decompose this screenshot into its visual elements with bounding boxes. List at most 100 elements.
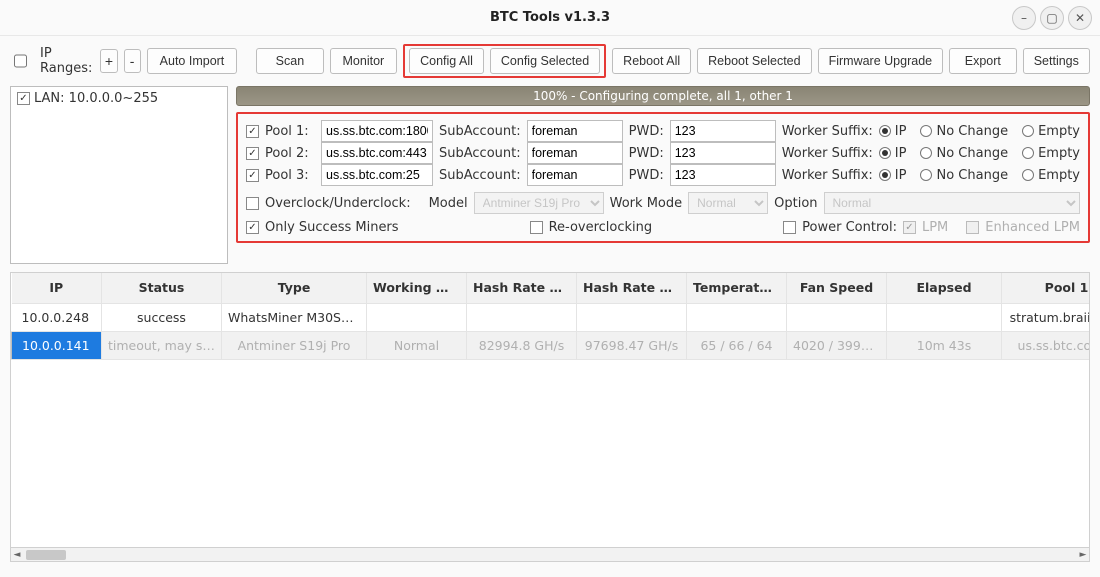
suffix-empty-radio[interactable] <box>1022 125 1034 137</box>
auto-import-button[interactable]: Auto Import <box>147 48 238 74</box>
pool-2-url-input[interactable] <box>321 142 433 164</box>
table-cell: 82994.8 GH/s <box>467 331 577 359</box>
power-control-checkbox[interactable] <box>783 221 796 234</box>
pool-2-checkbox[interactable] <box>246 147 259 160</box>
lpm-checkbox[interactable] <box>903 221 916 234</box>
pool-2-subaccount-input[interactable] <box>527 142 623 164</box>
ip-ranges-checkbox[interactable] <box>14 54 27 68</box>
config-selected-button[interactable]: Config Selected <box>490 48 600 74</box>
close-button[interactable]: ✕ <box>1068 6 1092 30</box>
enhanced-lpm-checkbox[interactable] <box>966 221 979 234</box>
window-title: BTC Tools v1.3.3 <box>490 10 610 25</box>
table-cell: 10.0.0.248 <box>12 303 102 331</box>
lan-range-item[interactable]: LAN: 10.0.0.0~255 <box>17 91 221 106</box>
progress-text: 100% - Configuring complete, all 1, othe… <box>533 89 793 103</box>
pool-1-pwd-input[interactable] <box>670 120 776 142</box>
re-overclock-checkbox[interactable] <box>530 221 543 234</box>
worker-suffix-label: Worker Suffix: <box>782 168 873 183</box>
pool-3-url-input[interactable] <box>321 164 433 186</box>
miner-table[interactable]: IPStatusTypeWorking ModeHash Rate RT ▾Ha… <box>11 273 1090 360</box>
table-header-row: IPStatusTypeWorking ModeHash Rate RT ▾Ha… <box>12 273 1091 303</box>
scroll-right-icon[interactable]: ► <box>1077 550 1089 560</box>
pwd-label: PWD: <box>629 168 664 183</box>
re-overclock-label: Re-overclocking <box>549 220 653 235</box>
subaccount-label: SubAccount: <box>439 146 521 161</box>
pwd-label: PWD: <box>629 146 664 161</box>
config-buttons-highlight: Config All Config Selected <box>403 44 606 78</box>
overclock-checkbox[interactable] <box>246 197 259 210</box>
column-header[interactable]: Pool 1 <box>1002 273 1091 303</box>
minimize-button[interactable]: – <box>1012 6 1036 30</box>
lan-range-label: LAN: 10.0.0.0~255 <box>34 91 158 106</box>
pool-3-subaccount-input[interactable] <box>527 164 623 186</box>
horizontal-scrollbar[interactable]: ◄ ► <box>11 547 1089 561</box>
table-cell: 97698.47 GH/s <box>577 331 687 359</box>
pool-2-pwd-input[interactable] <box>670 142 776 164</box>
pool-1-checkbox[interactable] <box>246 125 259 138</box>
suffix-ip-radio[interactable] <box>879 125 891 137</box>
maximize-button[interactable]: ▢ <box>1040 6 1064 30</box>
table-cell: 65 / 66 / 64 <box>687 331 787 359</box>
add-range-button[interactable]: + <box>100 49 117 73</box>
scan-button[interactable]: Scan <box>256 48 323 74</box>
toolbar: IP Ranges: + - Auto Import Scan Monitor … <box>0 36 1100 86</box>
only-success-checkbox[interactable] <box>246 221 259 234</box>
suffix-nochange-radio[interactable] <box>920 147 932 159</box>
table-row[interactable]: 10.0.0.141timeout, may suc…Antminer S19j… <box>12 331 1091 359</box>
ip-range-list[interactable]: LAN: 10.0.0.0~255 <box>10 86 228 264</box>
firmware-upgrade-button[interactable]: Firmware Upgrade <box>818 48 944 74</box>
column-header[interactable]: Elapsed <box>887 273 1002 303</box>
reboot-all-button[interactable]: Reboot All <box>612 48 691 74</box>
suffix-empty-radio[interactable] <box>1022 169 1034 181</box>
column-header[interactable]: Hash Rate RT ▾ <box>467 273 577 303</box>
scroll-thumb[interactable] <box>26 550 66 560</box>
scroll-left-icon[interactable]: ◄ <box>11 550 23 560</box>
monitor-button[interactable]: Monitor <box>330 48 397 74</box>
column-header[interactable]: Hash Rate avg <box>577 273 687 303</box>
export-button[interactable]: Export <box>949 48 1016 74</box>
subaccount-label: SubAccount: <box>439 124 521 139</box>
table-cell: 4020 / 3990 /… <box>787 331 887 359</box>
pool-1-url-input[interactable] <box>321 120 433 142</box>
column-header[interactable]: Status <box>102 273 222 303</box>
subaccount-label: SubAccount: <box>439 168 521 183</box>
ip-ranges-label: IP Ranges: <box>40 46 92 76</box>
table-cell <box>687 303 787 331</box>
progress-bar: 100% - Configuring complete, all 1, othe… <box>236 86 1090 106</box>
enhanced-lpm-label: Enhanced LPM <box>985 220 1080 235</box>
titlebar: BTC Tools v1.3.3 – ▢ ✕ <box>0 0 1100 36</box>
column-header[interactable]: Type <box>222 273 367 303</box>
suffix-ip-radio[interactable] <box>879 147 891 159</box>
reboot-selected-button[interactable]: Reboot Selected <box>697 48 811 74</box>
option-select[interactable]: Normal <box>824 192 1080 214</box>
config-all-button[interactable]: Config All <box>409 48 484 74</box>
remove-range-button[interactable]: - <box>124 49 141 73</box>
suffix-nochange-radio[interactable] <box>920 125 932 137</box>
suffix-nochange-radio[interactable] <box>920 169 932 181</box>
bottom-options-row: Only Success Miners Re-overclocking Powe… <box>246 220 1080 235</box>
pool-row-3: Pool 3:SubAccount:PWD:Worker Suffix:IPNo… <box>246 164 1080 186</box>
model-select[interactable]: Antminer S19j Pro <box>474 192 604 214</box>
suffix-empty-radio[interactable] <box>1022 147 1034 159</box>
model-label: Model <box>429 196 468 211</box>
table-cell: Normal <box>367 331 467 359</box>
workmode-select[interactable]: Normal <box>688 192 768 214</box>
column-header[interactable]: Temperature <box>687 273 787 303</box>
column-header[interactable]: IP <box>12 273 102 303</box>
pool-row-2: Pool 2:SubAccount:PWD:Worker Suffix:IPNo… <box>246 142 1080 164</box>
pool-3-pwd-input[interactable] <box>670 164 776 186</box>
pwd-label: PWD: <box>629 124 664 139</box>
table-row[interactable]: 10.0.0.248successWhatsMiner M30S+…stratu… <box>12 303 1091 331</box>
table-cell: 10m 43s <box>887 331 1002 359</box>
lan-range-checkbox[interactable] <box>17 92 30 105</box>
settings-button[interactable]: Settings <box>1023 48 1090 74</box>
pool-row-1: Pool 1:SubAccount:PWD:Worker Suffix:IPNo… <box>246 120 1080 142</box>
table-cell: stratum.braiins.co <box>1002 303 1091 331</box>
column-header[interactable]: Fan Speed <box>787 273 887 303</box>
pool-1-subaccount-input[interactable] <box>527 120 623 142</box>
pool-3-checkbox[interactable] <box>246 169 259 182</box>
table-cell <box>467 303 577 331</box>
column-header[interactable]: Working Mode <box>367 273 467 303</box>
power-control-label: Power Control: <box>802 220 897 235</box>
suffix-ip-radio[interactable] <box>879 169 891 181</box>
